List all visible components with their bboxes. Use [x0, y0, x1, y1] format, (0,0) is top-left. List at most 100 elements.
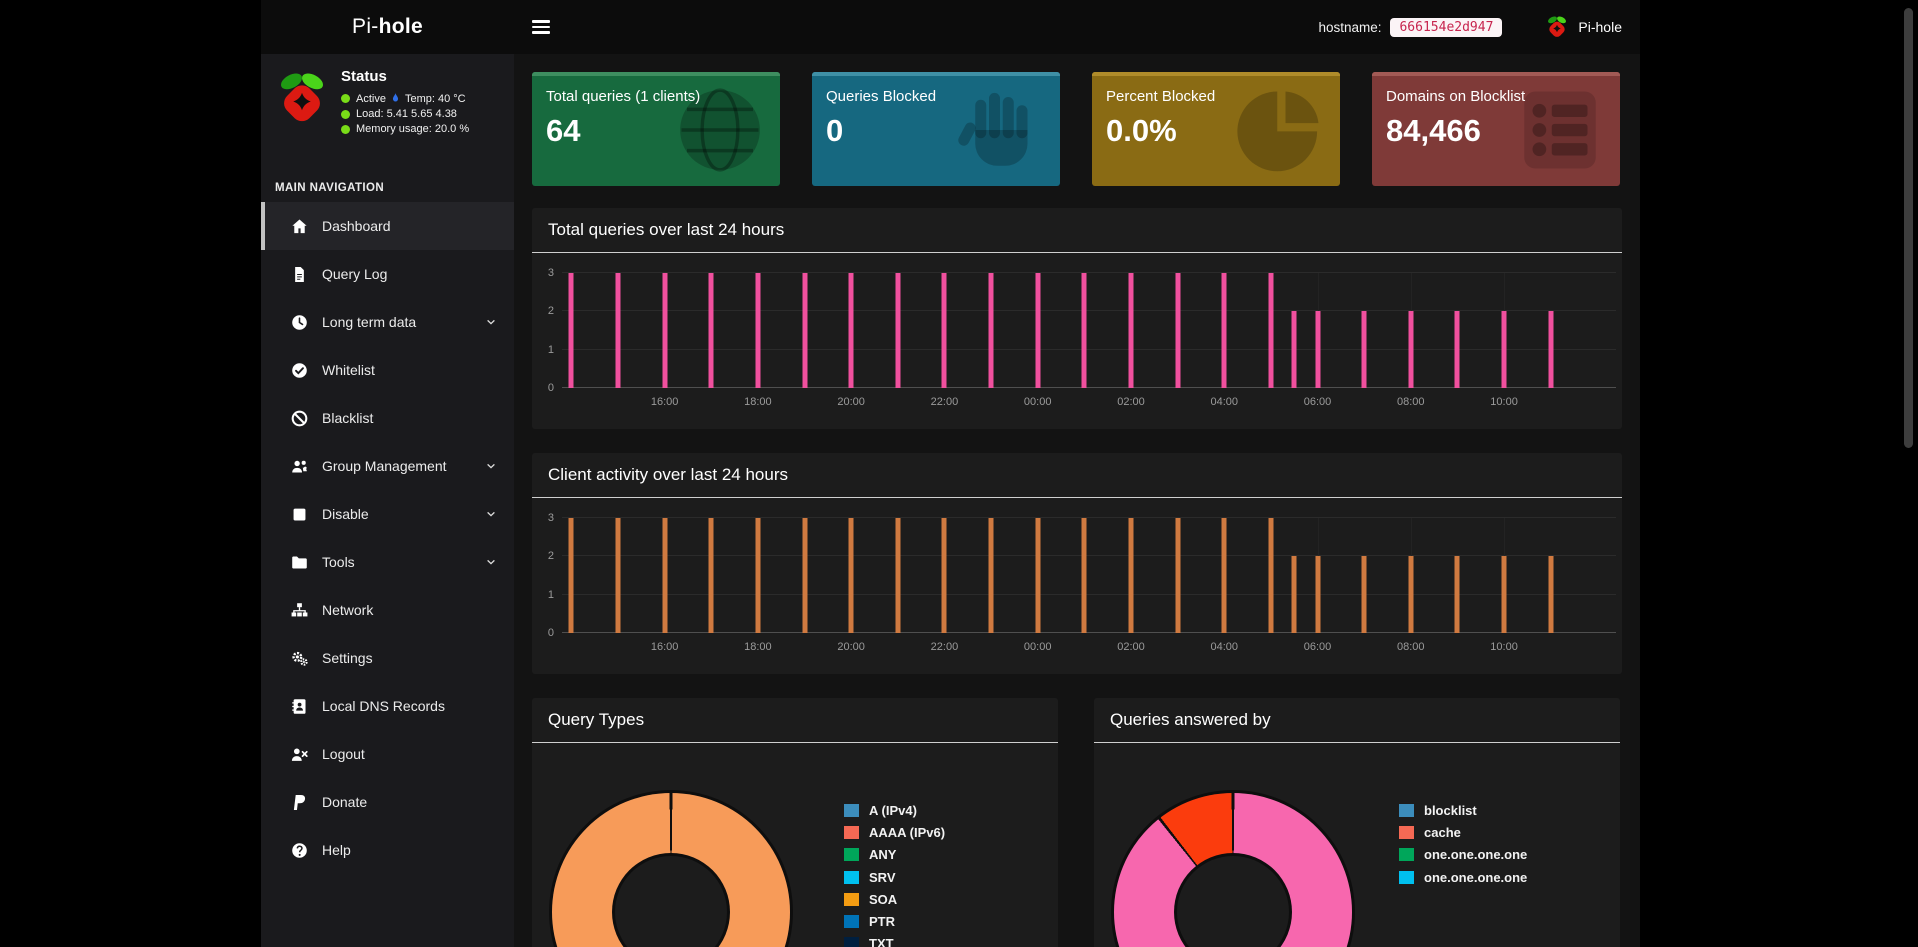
status-row-load: Load: 5.41 5.65 4.38 [341, 108, 469, 120]
chart-bar[interactable] [709, 518, 714, 633]
sidebar-item-help[interactable]: Help [261, 826, 514, 874]
y-axis-tick-label: 3 [530, 267, 554, 279]
status-row-memory: Memory usage: 20.0 % [341, 123, 469, 135]
sidebar-item-blacklist[interactable]: Blacklist [261, 394, 514, 442]
chart-bar[interactable] [1548, 556, 1553, 633]
legend-item-soa[interactable]: SOA [844, 888, 945, 910]
chart-bar[interactable] [1268, 518, 1273, 633]
chart-bar[interactable] [1035, 518, 1040, 633]
chart-bar[interactable] [569, 518, 574, 633]
chart-bar[interactable] [1315, 556, 1320, 633]
sidebar-item-disable[interactable]: Disable [261, 490, 514, 538]
chart-bar[interactable] [942, 518, 947, 633]
query-types-donut-chart[interactable] [552, 793, 790, 947]
queries-answered-by-donut-chart[interactable] [1114, 793, 1352, 947]
legend-item-aaaa-ipv6[interactable]: AAAA (IPv6) [844, 821, 945, 843]
total-queries-chart[interactable]: 012316:0018:0020:0022:0000:0002:0004:000… [562, 273, 1616, 388]
chart-bar[interactable] [1408, 556, 1413, 633]
sidebar-toggle-button[interactable] [532, 17, 558, 37]
client-activity-chart[interactable]: 012316:0018:0020:0022:0000:0002:0004:000… [562, 518, 1616, 633]
raspberry-logo [274, 70, 330, 126]
legend-label: TXT [869, 936, 894, 947]
chart-bar[interactable] [1082, 273, 1087, 388]
chart-bar[interactable] [1175, 273, 1180, 388]
chart-bar[interactable] [615, 518, 620, 633]
sidebar-item-tools[interactable]: Tools [261, 538, 514, 586]
sidebar: Status Active Temp: 40 °C Load: 5.41 5.6… [261, 54, 514, 947]
chart-bar[interactable] [755, 518, 760, 633]
sidebar-item-label: Network [322, 602, 373, 618]
legend-item-ptr[interactable]: PTR [844, 910, 945, 932]
x-axis-tick-label: 18:00 [744, 396, 772, 408]
chart-bar[interactable] [1175, 518, 1180, 633]
chart-bar[interactable] [1408, 311, 1413, 388]
chart-bar[interactable] [1292, 311, 1297, 388]
panel-title: Client activity over last 24 hours [532, 453, 1622, 498]
hostname-badge: 666154e2d947 [1390, 18, 1502, 37]
chart-bar[interactable] [662, 518, 667, 633]
chart-bar[interactable] [989, 518, 994, 633]
legend-item-one-one-one-one[interactable]: one.one.one.one [1399, 844, 1527, 866]
chart-bar[interactable] [802, 518, 807, 633]
chart-bar[interactable] [1362, 311, 1367, 388]
legend-item-txt[interactable]: TXT [844, 933, 945, 947]
chart-bar[interactable] [1455, 556, 1460, 633]
sidebar-item-local-dns-records[interactable]: Local DNS Records [261, 682, 514, 730]
legend-item-srv[interactable]: SRV [844, 866, 945, 888]
chart-bar[interactable] [1362, 556, 1367, 633]
legend-label: cache [1424, 825, 1461, 840]
chart-bar[interactable] [1128, 273, 1133, 388]
chart-bar[interactable] [1548, 311, 1553, 388]
chart-bar[interactable] [1315, 311, 1320, 388]
sidebar-item-whitelist[interactable]: Whitelist [261, 346, 514, 394]
legend-item-blocklist[interactable]: blocklist [1399, 799, 1527, 821]
chart-bar[interactable] [709, 273, 714, 388]
brand-link[interactable]: Pi-hole [261, 0, 514, 54]
chart-bar[interactable] [895, 273, 900, 388]
chart-bar[interactable] [1128, 518, 1133, 633]
chart-bar[interactable] [569, 273, 574, 388]
chart-bar[interactable] [615, 273, 620, 388]
legend-item-a-ipv4[interactable]: A (IPv4) [844, 799, 945, 821]
card-label: Domains on Blocklist [1372, 72, 1620, 105]
sidebar-item-network[interactable]: Network [261, 586, 514, 634]
chart-bar[interactable] [989, 273, 994, 388]
panel-title: Queries answered by [1094, 698, 1620, 743]
panel-title: Total queries over last 24 hours [532, 208, 1622, 253]
chart-bar[interactable] [849, 518, 854, 633]
chart-bar[interactable] [1292, 556, 1297, 633]
raspberry-icon [1545, 15, 1569, 39]
legend-item-any[interactable]: ANY [844, 844, 945, 866]
legend-item-one-one-one-one[interactable]: one.one.one.one [1399, 866, 1527, 888]
chart-bar[interactable] [1502, 556, 1507, 633]
chart-bar[interactable] [755, 273, 760, 388]
chart-bar[interactable] [1035, 273, 1040, 388]
chart-bar[interactable] [1502, 311, 1507, 388]
x-axis-tick-label: 08:00 [1397, 641, 1425, 653]
chart-bar[interactable] [942, 273, 947, 388]
chart-bar[interactable] [1222, 518, 1227, 633]
chart-bar[interactable] [849, 273, 854, 388]
chart-bar[interactable] [802, 273, 807, 388]
sidebar-item-label: Tools [322, 554, 355, 570]
sidebar-item-logout[interactable]: Logout [261, 730, 514, 778]
window-scrollbar[interactable] [1904, 8, 1913, 448]
temperature-flame-icon [390, 92, 401, 105]
legend-item-cache[interactable]: cache [1399, 821, 1527, 843]
sidebar-item-dashboard[interactable]: Dashboard [261, 202, 514, 250]
sidebar-item-group-management[interactable]: Group Management [261, 442, 514, 490]
chart-bar[interactable] [895, 518, 900, 633]
chevron-down-icon [484, 555, 498, 569]
chart-bar[interactable] [1268, 273, 1273, 388]
chart-bar[interactable] [1455, 311, 1460, 388]
chart-bar[interactable] [662, 273, 667, 388]
sidebar-item-donate[interactable]: Donate [261, 778, 514, 826]
legend-label: SOA [869, 892, 897, 907]
chart-bar[interactable] [1222, 273, 1227, 388]
chevron-down-icon [484, 507, 498, 521]
status-ok-icon [341, 125, 350, 134]
sidebar-item-long-term-data[interactable]: Long term data [261, 298, 514, 346]
chart-bar[interactable] [1082, 518, 1087, 633]
sidebar-item-settings[interactable]: Settings [261, 634, 514, 682]
sidebar-item-query-log[interactable]: Query Log [261, 250, 514, 298]
